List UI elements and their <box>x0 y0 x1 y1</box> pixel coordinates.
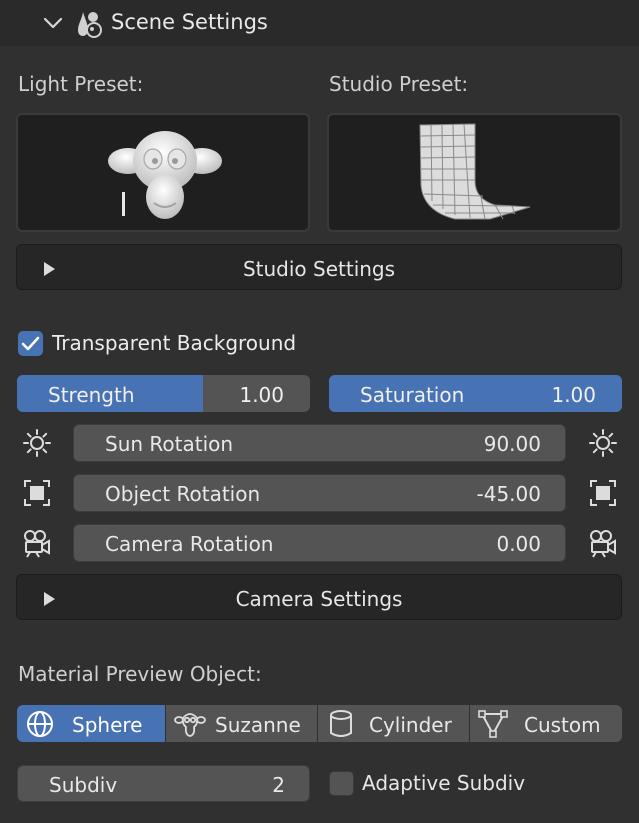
subdiv-value: 2 <box>272 773 285 797</box>
segment-custom-label: Custom <box>524 713 601 737</box>
saturation-slider[interactable]: Saturation 1.00 <box>329 375 622 412</box>
object-icon <box>590 480 616 506</box>
camera-rotation-field[interactable]: Camera Rotation 0.00 <box>73 524 566 562</box>
camera-icon <box>590 530 616 558</box>
saturation-label: Saturation <box>360 383 465 407</box>
object-rotation-value: -45.00 <box>476 482 541 506</box>
sun-icon <box>23 429 51 457</box>
segment-cylinder[interactable]: Cylinder <box>318 705 469 742</box>
studio-preset-label: Studio Preset: <box>329 72 469 96</box>
light-preset-thumbnail[interactable] <box>16 113 310 232</box>
object-icon <box>24 480 50 506</box>
adaptive-subdiv-label[interactable]: Adaptive Subdiv <box>362 771 525 795</box>
cylinder-icon <box>330 710 352 737</box>
camera-settings-panel[interactable]: Camera Settings <box>16 574 622 620</box>
subdiv-field[interactable]: Subdiv 2 <box>17 765 310 802</box>
object-rotation-field[interactable]: Object Rotation -45.00 <box>73 474 566 512</box>
segment-suzanne[interactable]: Suzanne <box>166 705 317 742</box>
checkmark-icon <box>21 336 40 351</box>
segment-suzanne-label: Suzanne <box>215 713 301 737</box>
sun-icon <box>589 429 617 457</box>
scene-settings-icon <box>78 12 102 38</box>
panel-title: Scene Settings <box>111 10 268 34</box>
studio-settings-panel[interactable]: Studio Settings <box>16 244 622 290</box>
sun-rotation-field[interactable]: Sun Rotation 90.00 <box>73 424 566 462</box>
camera-rotation-value: 0.00 <box>496 532 541 556</box>
segment-custom[interactable]: Custom <box>470 705 622 742</box>
suzanne-icon <box>174 713 206 737</box>
studio-preset-thumbnail[interactable] <box>327 113 622 232</box>
segment-cylinder-label: Cylinder <box>369 713 452 737</box>
transparent-background-label[interactable]: Transparent Background <box>52 331 296 355</box>
camera-rotation-label: Camera Rotation <box>105 532 274 556</box>
strength-label: Strength <box>48 383 135 407</box>
sun-rotation-value: 90.00 <box>483 432 541 456</box>
sphere-icon <box>27 711 53 737</box>
saturation-value: 1.00 <box>551 383 596 407</box>
camera-settings-label: Camera Settings <box>235 587 403 611</box>
strength-value: 1.00 <box>239 383 284 407</box>
camera-icon <box>24 530 50 558</box>
strength-slider[interactable]: Strength 1.00 <box>17 375 310 412</box>
custom-mesh-icon <box>478 710 508 738</box>
light-preset-label: Light Preset: <box>18 72 144 96</box>
monkey-head-icon <box>108 131 222 219</box>
material-preview-label: Material Preview Object: <box>18 662 262 686</box>
transparent-background-checkbox[interactable] <box>18 331 43 356</box>
subdiv-label: Subdiv <box>49 773 118 797</box>
object-rotation-label: Object Rotation <box>105 482 261 506</box>
studio-settings-label: Studio Settings <box>242 257 396 281</box>
chevron-down-icon[interactable] <box>42 12 64 34</box>
adaptive-subdiv-checkbox[interactable] <box>329 771 354 796</box>
segment-sphere[interactable]: Sphere <box>17 705 165 742</box>
sun-rotation-label: Sun Rotation <box>105 432 234 456</box>
studio-backdrop-icon <box>419 123 531 220</box>
segment-sphere-label: Sphere <box>72 713 143 737</box>
